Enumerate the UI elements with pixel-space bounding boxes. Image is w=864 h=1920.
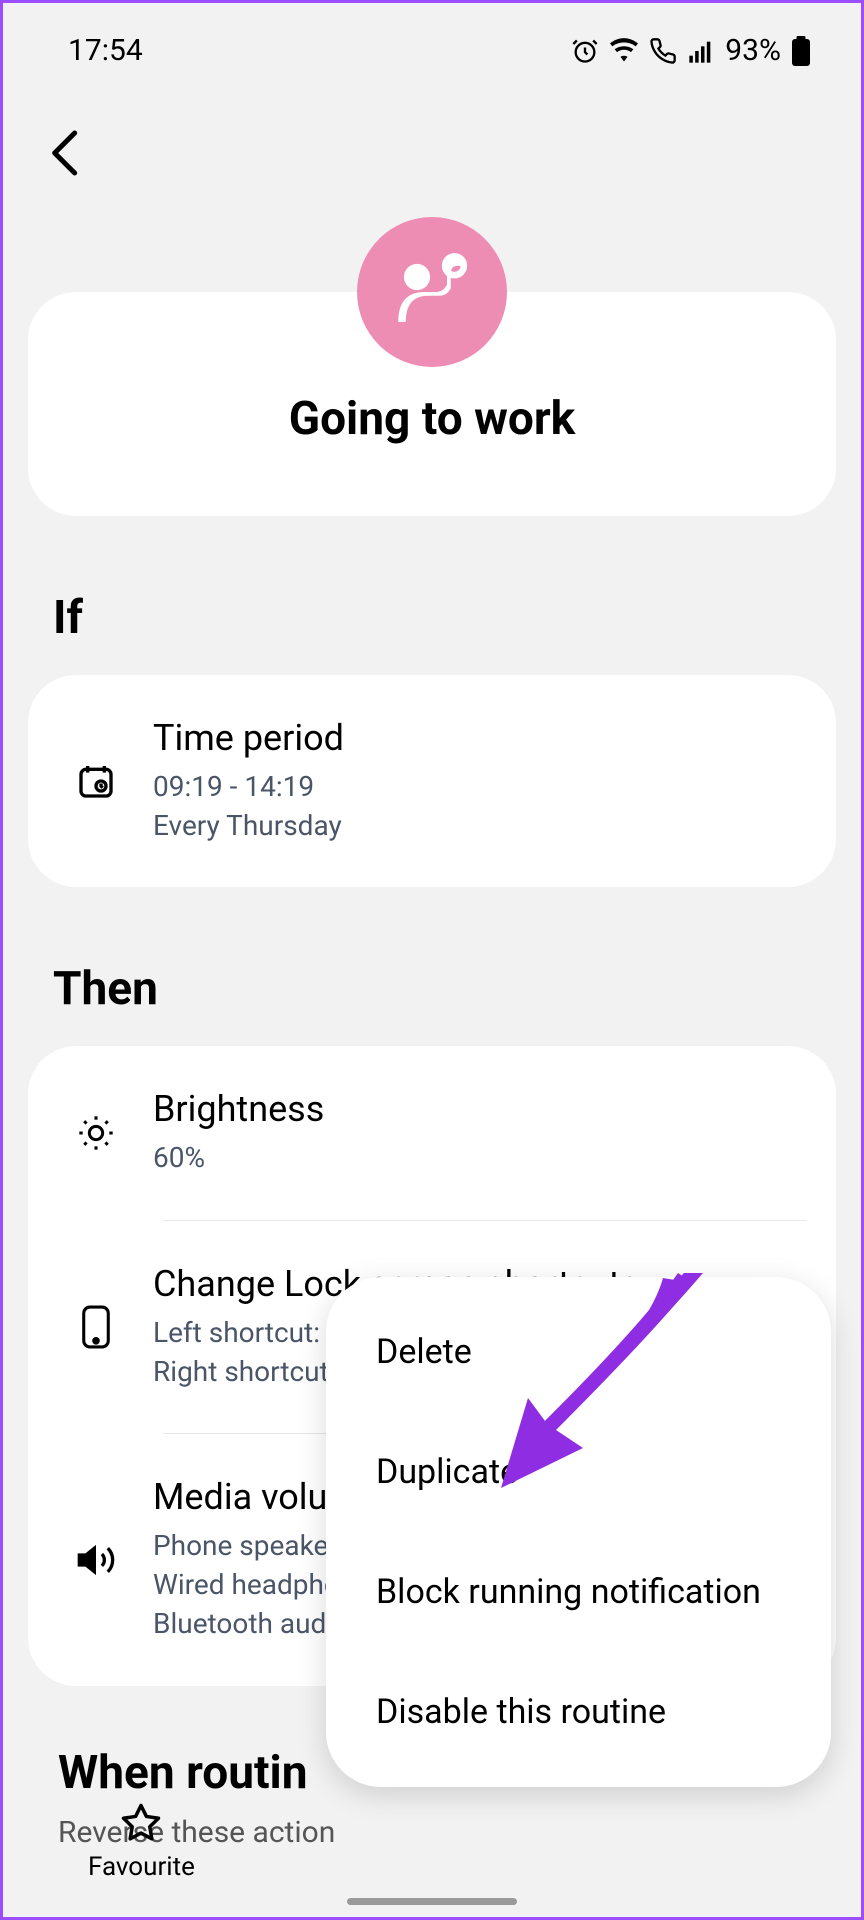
- routine-icon-circle: [357, 217, 507, 367]
- if-time-range: 09:19 - 14:19: [153, 767, 796, 806]
- battery-percent: 93%: [725, 33, 781, 68]
- context-menu: Delete Duplicate Block running notificat…: [326, 1277, 831, 1787]
- star-icon: [120, 1802, 162, 1844]
- brightness-icon: [76, 1113, 116, 1153]
- routine-title: Going to work: [28, 392, 836, 446]
- menu-block-notification[interactable]: Block running notification: [326, 1532, 831, 1652]
- favourite-button[interactable]: Favourite: [88, 1802, 195, 1882]
- bottom-bar: Favourite: [3, 1802, 861, 1882]
- menu-duplicate[interactable]: Duplicate: [326, 1412, 831, 1532]
- if-header: If: [53, 591, 861, 645]
- menu-disable-routine[interactable]: Disable this routine: [326, 1652, 831, 1772]
- status-icons: 93%: [571, 33, 811, 68]
- status-time: 17:54: [68, 33, 143, 68]
- signal-icon: [687, 37, 715, 65]
- back-icon: [48, 128, 88, 178]
- if-card[interactable]: Time period 09:19 - 14:19 Every Thursday: [28, 675, 836, 887]
- brightness-title: Brightness: [153, 1088, 796, 1130]
- battery-icon: [791, 36, 811, 66]
- brightness-value: 60%: [153, 1138, 796, 1177]
- status-bar: 17:54 93%: [3, 3, 861, 88]
- routine-header: Going to work: [28, 292, 836, 516]
- phone-icon: [77, 1304, 115, 1350]
- wifi-icon: [609, 37, 639, 65]
- back-button[interactable]: [3, 88, 861, 182]
- if-title: Time period: [153, 717, 796, 759]
- volume-icon: [75, 1540, 117, 1580]
- then-header: Then: [53, 962, 861, 1016]
- favourite-label: Favourite: [88, 1852, 195, 1882]
- alarm-icon: [571, 37, 599, 65]
- commute-icon: [387, 247, 477, 337]
- brightness-row[interactable]: Brightness 60%: [28, 1046, 836, 1219]
- home-indicator[interactable]: [347, 1898, 517, 1905]
- call-icon: [649, 37, 677, 65]
- calendar-clock-icon: [76, 761, 116, 801]
- menu-delete[interactable]: Delete: [326, 1292, 831, 1412]
- if-repeat: Every Thursday: [153, 806, 796, 845]
